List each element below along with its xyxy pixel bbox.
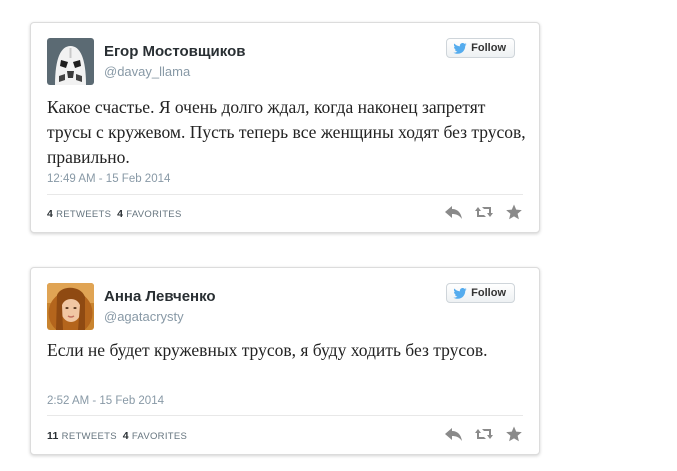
follow-button-label: Follow — [471, 42, 506, 54]
author-name[interactable]: Егор Мостовщиков — [104, 43, 245, 60]
author-handle[interactable]: @davay_llama — [104, 64, 190, 79]
user-photo-icon — [47, 283, 94, 330]
favorites-count[interactable]: 4 — [123, 430, 129, 442]
tweet-actions — [445, 426, 523, 442]
reply-icon[interactable] — [445, 426, 463, 442]
retweet-icon[interactable] — [475, 204, 493, 220]
favorites-count[interactable]: 4 — [117, 208, 123, 220]
favorites-label[interactable]: FAVORITES — [126, 209, 181, 220]
tweet-stats: 11 RETWEETS 4 FAVORITES — [47, 430, 187, 442]
favorite-star-icon[interactable] — [505, 204, 523, 220]
favorites-label[interactable]: FAVORITES — [132, 431, 187, 442]
twitter-bird-icon — [453, 42, 467, 54]
tweet-text: Какое счастье. Я очень долго ждал, когда… — [47, 97, 526, 167]
divider — [47, 415, 523, 416]
divider — [47, 194, 523, 195]
favorite-star-icon[interactable] — [505, 426, 523, 442]
tweet-timestamp[interactable]: 12:49 AM - 15 Feb 2014 — [47, 173, 170, 185]
follow-button-label: Follow — [471, 287, 506, 299]
retweets-label[interactable]: RETWEETS — [56, 209, 111, 220]
retweet-icon[interactable] — [475, 426, 493, 442]
tweet-timestamp[interactable]: 2:52 AM - 15 Feb 2014 — [47, 395, 164, 407]
retweets-label[interactable]: RETWEETS — [62, 431, 117, 442]
twitter-bird-icon — [453, 287, 467, 299]
reply-icon[interactable] — [445, 204, 463, 220]
stormtrooper-avatar-icon — [47, 38, 94, 85]
tweet-text: Если не будет кружевных трусов, я буду х… — [47, 340, 488, 360]
author-name[interactable]: Анна Левченко — [104, 288, 216, 305]
author-handle[interactable]: @agatacrysty — [104, 309, 184, 324]
avatar[interactable] — [47, 283, 94, 330]
tweet-stats: 4 RETWEETS 4 FAVORITES — [47, 208, 182, 220]
follow-button[interactable]: Follow — [446, 283, 515, 303]
retweets-count[interactable]: 4 — [47, 208, 53, 220]
tweet-card: Анна Левченко @agatacrysty Follow Если н… — [30, 267, 540, 455]
retweets-count[interactable]: 11 — [47, 430, 59, 442]
tweet-actions — [445, 204, 523, 220]
follow-button[interactable]: Follow — [446, 38, 515, 58]
avatar[interactable] — [47, 38, 94, 85]
tweet-card: Егор Мостовщиков @davay_llama Follow Как… — [30, 22, 540, 233]
